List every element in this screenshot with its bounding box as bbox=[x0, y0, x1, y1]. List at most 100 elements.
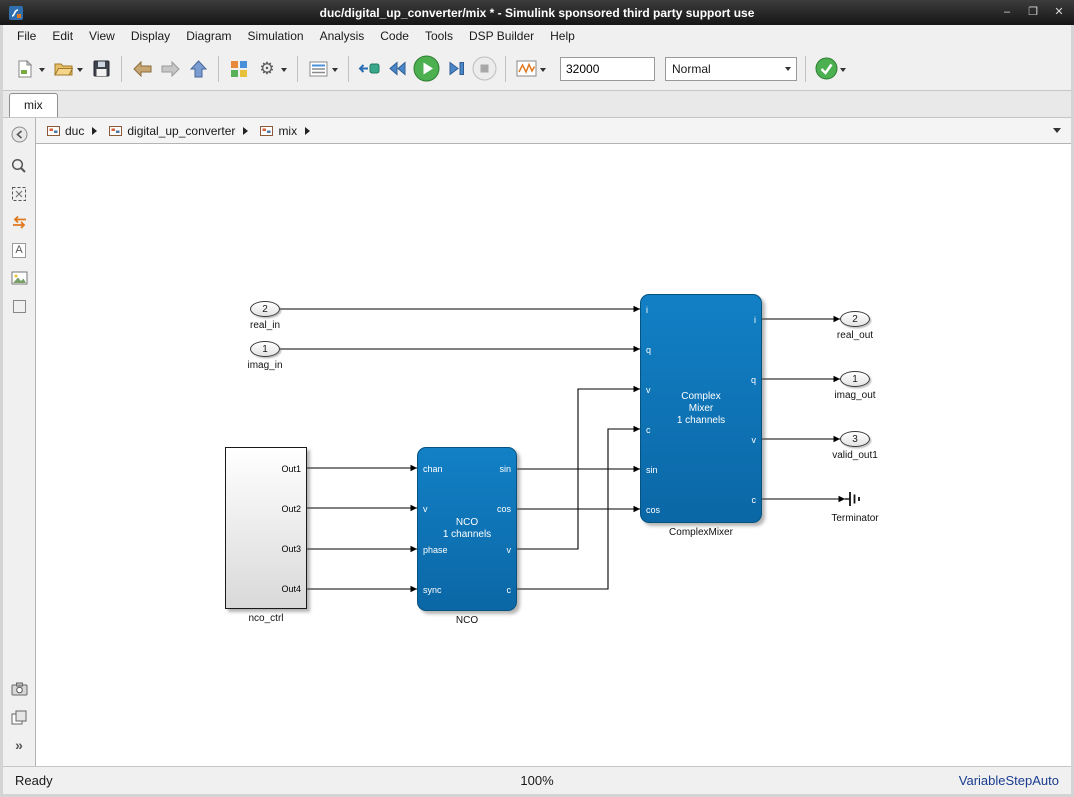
block-nco-label: NCO bbox=[412, 615, 522, 626]
menu-code[interactable]: Code bbox=[372, 26, 417, 46]
hide-browser-button[interactable] bbox=[8, 123, 30, 145]
settings-caret[interactable] bbox=[281, 68, 287, 75]
fit-view-button[interactable] bbox=[8, 183, 30, 205]
left-palette: A » bbox=[3, 118, 36, 766]
breadcrumb: duc digital_up_converter mix bbox=[36, 118, 1071, 144]
simulation-display-caret[interactable] bbox=[540, 68, 546, 75]
menu-file[interactable]: File bbox=[9, 26, 44, 46]
menu-dsp-builder[interactable]: DSP Builder bbox=[461, 26, 542, 46]
menubar: File Edit View Display Diagram Simulatio… bbox=[3, 25, 1071, 47]
breadcrumb-item-mix[interactable]: mix bbox=[259, 124, 298, 138]
block-nco_ctrl[interactable]: Out1 Out2 Out3 Out4 bbox=[225, 447, 307, 609]
port-label-c-out: c bbox=[507, 584, 512, 596]
window-title: duc/digital_up_converter/mix * - Simulin… bbox=[0, 6, 1074, 20]
model-config-caret[interactable] bbox=[332, 68, 338, 75]
breadcrumb-dropdown-button[interactable] bbox=[1053, 128, 1061, 137]
model-icon bbox=[109, 125, 122, 137]
window-controls: – ❐ ✕ bbox=[1000, 0, 1066, 25]
block-complex-mixer[interactable]: Complex Mixer 1 channels i q v c sin cos… bbox=[640, 294, 762, 523]
toolbar-separator bbox=[505, 56, 506, 82]
model-config-button[interactable] bbox=[306, 54, 330, 84]
breadcrumb-separator-icon bbox=[305, 127, 314, 135]
save-button[interactable] bbox=[89, 54, 113, 84]
sim-mode-value: Normal bbox=[672, 62, 711, 76]
menu-edit[interactable]: Edit bbox=[44, 26, 81, 46]
port-number: 1 bbox=[852, 374, 858, 385]
settings-button[interactable]: ⚙ bbox=[255, 54, 279, 84]
tab-mix[interactable]: mix bbox=[9, 93, 58, 117]
port-label-i-in: i bbox=[646, 304, 648, 316]
expand-palette-button[interactable]: » bbox=[8, 734, 30, 756]
forward-button[interactable] bbox=[158, 54, 182, 84]
menu-simulation[interactable]: Simulation bbox=[240, 26, 312, 46]
minimize-button[interactable]: – bbox=[1000, 0, 1014, 25]
signal-wires bbox=[36, 144, 1070, 766]
toolbar: ⚙ Normal bbox=[3, 47, 1071, 91]
outport-imag_out[interactable]: 1 bbox=[840, 371, 870, 387]
open-button[interactable] bbox=[51, 54, 75, 84]
port-label-cos: cos bbox=[497, 503, 511, 515]
block-title-line: 1 channels bbox=[677, 415, 725, 427]
content-area: A » duc bbox=[3, 118, 1071, 766]
port-label-v-out: v bbox=[507, 544, 512, 556]
run-button[interactable] bbox=[413, 54, 440, 84]
menu-view[interactable]: View bbox=[81, 26, 123, 46]
image-button[interactable] bbox=[8, 267, 30, 289]
port-label-i-out: i bbox=[754, 314, 756, 326]
sim-mode-caret bbox=[785, 67, 791, 74]
model-advisor-caret[interactable] bbox=[840, 68, 846, 75]
breadcrumb-item-digital_up_converter[interactable]: digital_up_converter bbox=[108, 124, 236, 138]
breadcrumb-item-duc[interactable]: duc bbox=[46, 124, 85, 138]
step-back-icon bbox=[387, 61, 408, 76]
block-terminator[interactable] bbox=[845, 490, 863, 511]
sim-mode-select[interactable]: Normal bbox=[665, 57, 797, 81]
stop-button[interactable] bbox=[472, 54, 497, 84]
menu-analysis[interactable]: Analysis bbox=[312, 26, 373, 46]
snapshot-button[interactable] bbox=[8, 678, 30, 700]
outport-real_out[interactable]: 2 bbox=[840, 311, 870, 327]
editor-main: duc digital_up_converter mix bbox=[36, 118, 1071, 766]
area-button[interactable] bbox=[8, 295, 30, 317]
inport-real_in[interactable]: 2 bbox=[250, 301, 280, 317]
model-canvas[interactable]: 2 real_in 1 imag_in Out1 Out2 Out3 Out4 … bbox=[36, 144, 1071, 766]
back-button[interactable] bbox=[130, 54, 154, 84]
status-solver[interactable]: VariableStepAuto bbox=[554, 773, 1059, 788]
copy-view-button[interactable] bbox=[8, 706, 30, 728]
menu-help[interactable]: Help bbox=[542, 26, 583, 46]
swap-arrows-icon bbox=[11, 215, 28, 229]
open-caret[interactable] bbox=[77, 68, 83, 75]
new-model-button[interactable] bbox=[13, 54, 37, 84]
breadcrumb-label: mix bbox=[278, 124, 297, 138]
new-model-caret[interactable] bbox=[39, 68, 45, 75]
zoom-button[interactable] bbox=[8, 155, 30, 177]
maximize-button[interactable]: ❐ bbox=[1026, 0, 1040, 25]
model-icon bbox=[47, 125, 60, 137]
menu-tools[interactable]: Tools bbox=[417, 26, 461, 46]
outport-valid_out1[interactable]: 3 bbox=[840, 431, 870, 447]
forward-arrow-icon bbox=[160, 61, 181, 77]
camera-icon bbox=[11, 682, 28, 696]
port-label-cos-in: cos bbox=[646, 504, 660, 516]
simulation-display-button[interactable] bbox=[514, 54, 538, 84]
step-back-button[interactable] bbox=[385, 54, 409, 84]
outport-real_out-label: real_out bbox=[800, 330, 910, 341]
close-button[interactable]: ✕ bbox=[1052, 0, 1066, 25]
inport-imag_in[interactable]: 1 bbox=[250, 341, 280, 357]
port-label-chan: chan bbox=[423, 463, 443, 475]
status-zoom: 100% bbox=[520, 773, 553, 788]
menu-display[interactable]: Display bbox=[123, 26, 178, 46]
model-advisor-button[interactable] bbox=[814, 54, 838, 84]
stop-time-input[interactable] bbox=[560, 57, 655, 81]
up-button[interactable] bbox=[186, 54, 210, 84]
port-label-c-in: c bbox=[646, 424, 651, 436]
annotation-button[interactable]: A bbox=[8, 239, 30, 261]
outport-imag_out-label: imag_out bbox=[800, 390, 910, 401]
toolbar-separator bbox=[348, 56, 349, 82]
block-nco[interactable]: NCO 1 channels chan v phase sync sin cos… bbox=[417, 447, 517, 611]
library-browser-button[interactable] bbox=[227, 54, 251, 84]
direction-button[interactable] bbox=[8, 211, 30, 233]
step-forward-button[interactable] bbox=[444, 54, 468, 84]
menu-diagram[interactable]: Diagram bbox=[178, 26, 239, 46]
titlebar: duc/digital_up_converter/mix * - Simulin… bbox=[0, 0, 1074, 25]
connect-target-button[interactable] bbox=[357, 54, 381, 84]
